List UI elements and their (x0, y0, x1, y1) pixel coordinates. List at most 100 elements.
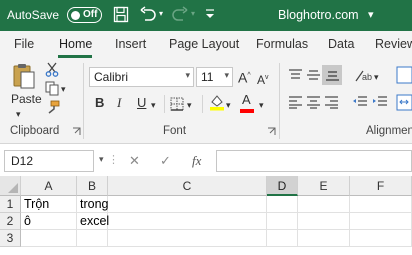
column-header-d[interactable]: D (267, 176, 298, 196)
decrease-font-size-button[interactable]: Av (257, 70, 269, 88)
copy-icon[interactable] (45, 81, 59, 96)
tab-home[interactable]: Home (59, 37, 92, 51)
font-group-label: Font (163, 125, 187, 137)
cut-icon[interactable] (45, 62, 59, 77)
cell-d2[interactable] (267, 213, 298, 230)
orientation-dropdown-icon[interactable]: ▾ (374, 69, 379, 85)
column-header-b[interactable]: B (77, 176, 108, 196)
align-bottom-button[interactable] (322, 65, 342, 85)
title-chevron-icon[interactable]: ▾ (368, 8, 374, 21)
cell-c3[interactable] (108, 230, 267, 247)
select-all-corner[interactable] (0, 176, 21, 196)
name-box[interactable]: D12 (4, 150, 94, 172)
clipboard-launcher-icon[interactable] (72, 127, 81, 136)
fill-color-dropdown-icon[interactable]: ▾ (226, 97, 231, 113)
format-painter-icon[interactable] (45, 100, 60, 115)
cell-b2[interactable]: excel (77, 213, 109, 230)
toggle-knob (71, 10, 80, 20)
row-header-1[interactable]: 1 (0, 196, 21, 213)
cancel-icon[interactable]: ✕ (129, 153, 140, 169)
grow-letter: A (238, 69, 248, 86)
column-header-f[interactable]: F (350, 176, 412, 196)
undo-dropdown-icon[interactable]: ▾ (159, 9, 163, 18)
font-launcher-icon[interactable] (267, 127, 276, 136)
formula-input[interactable] (216, 150, 412, 172)
column-header-e[interactable]: E (298, 176, 350, 196)
clipboard-group-label: Clipboard (10, 125, 60, 137)
increase-font-size-button[interactable]: A^ (238, 68, 251, 86)
undo-icon[interactable] (139, 6, 157, 23)
cell-a1[interactable]: Trộn (21, 196, 77, 213)
cell-d1[interactable] (267, 196, 298, 213)
paste-dropdown-icon[interactable]: ▾ (16, 106, 21, 122)
align-middle-icon[interactable] (306, 68, 321, 82)
align-top-icon[interactable] (288, 68, 303, 82)
font-size-value: 11 (201, 70, 214, 84)
column-header-c[interactable]: C (108, 176, 267, 196)
font-size-select[interactable]: 11 ▾ (196, 67, 233, 87)
svg-text:ab: ab (362, 72, 372, 82)
cell-b1[interactable]: trong (77, 196, 109, 213)
cell-e1[interactable] (298, 196, 350, 213)
group-separator (279, 63, 280, 139)
column-header-a[interactable]: A (21, 176, 77, 196)
row-header-2[interactable]: 2 (0, 213, 21, 230)
paste-label[interactable]: Paste (11, 91, 42, 107)
cell-a3[interactable] (21, 230, 77, 247)
font-name-select[interactable]: Calibri ▾ (89, 67, 194, 87)
tab-page-layout[interactable]: Page Layout (169, 37, 239, 51)
insert-function-icon[interactable]: fx (192, 153, 201, 169)
cell-e2[interactable] (298, 213, 350, 230)
formula-bar-grip-icon: ⋮ (108, 154, 119, 166)
align-center-icon[interactable] (306, 95, 321, 109)
autosave-toggle[interactable]: Off (67, 7, 102, 23)
copy-dropdown-icon[interactable]: ▾ (61, 81, 66, 97)
redo-dropdown-icon: ▾ (191, 9, 196, 18)
active-tab-indicator (58, 55, 92, 58)
align-bottom-icon (326, 71, 339, 81)
decrease-indent-icon[interactable] (352, 95, 368, 109)
tab-review[interactable]: Review (375, 37, 412, 51)
name-box-dropdown-icon[interactable]: ▾ (99, 154, 104, 165)
fill-color-icon[interactable] (209, 94, 225, 111)
redo-icon (172, 6, 188, 21)
bold-button[interactable]: B (95, 95, 104, 111)
cell-f1[interactable] (350, 196, 412, 213)
borders-dropdown-icon[interactable]: ▾ (187, 97, 192, 113)
tab-insert[interactable]: Insert (115, 37, 146, 51)
font-color-dropdown-icon[interactable]: ▾ (259, 97, 264, 113)
worksheet-grid[interactable]: A B C D E F 1 Trộn trong 2 ô excel 3 (0, 176, 412, 255)
tab-formulas[interactable]: Formulas (256, 37, 308, 51)
align-right-icon[interactable] (324, 95, 339, 109)
cell-b3[interactable] (77, 230, 108, 247)
row-header-3[interactable]: 3 (0, 230, 21, 247)
group-separator (83, 63, 84, 139)
italic-button[interactable]: I (117, 95, 121, 111)
tab-file[interactable]: File (14, 37, 34, 51)
tab-data[interactable]: Data (328, 37, 354, 51)
enter-icon[interactable]: ✓ (160, 153, 171, 169)
cell-f2[interactable] (350, 213, 412, 230)
cell-f3[interactable] (350, 230, 412, 247)
orientation-icon[interactable]: ab (354, 68, 372, 83)
customize-toolbar-icon[interactable] (204, 8, 216, 20)
chevron-down-icon: ▾ (224, 70, 229, 80)
wrap-text-icon[interactable] (396, 66, 412, 84)
save-icon[interactable] (113, 6, 129, 23)
name-box-value: D12 (11, 154, 34, 168)
paste-icon[interactable] (12, 62, 36, 90)
cell-a2[interactable]: ô (21, 213, 77, 230)
font-name-value: Calibri (94, 70, 129, 84)
borders-icon[interactable] (170, 97, 184, 111)
increase-indent-icon[interactable] (372, 95, 388, 109)
align-left-icon[interactable] (288, 95, 303, 109)
cell-e3[interactable] (298, 230, 350, 247)
font-color-button[interactable]: A (242, 92, 251, 108)
ribbon: Paste ▾ ▾ Clipboard Calibri ▾ 11 ▾ A^ Av… (0, 59, 412, 144)
cell-c1[interactable] (108, 196, 267, 213)
underline-dropdown-icon[interactable]: ▾ (151, 97, 156, 113)
cell-d3[interactable] (267, 230, 298, 247)
underline-button[interactable]: U (137, 95, 146, 111)
cell-c2[interactable] (108, 213, 267, 230)
merge-center-icon[interactable] (396, 94, 412, 111)
